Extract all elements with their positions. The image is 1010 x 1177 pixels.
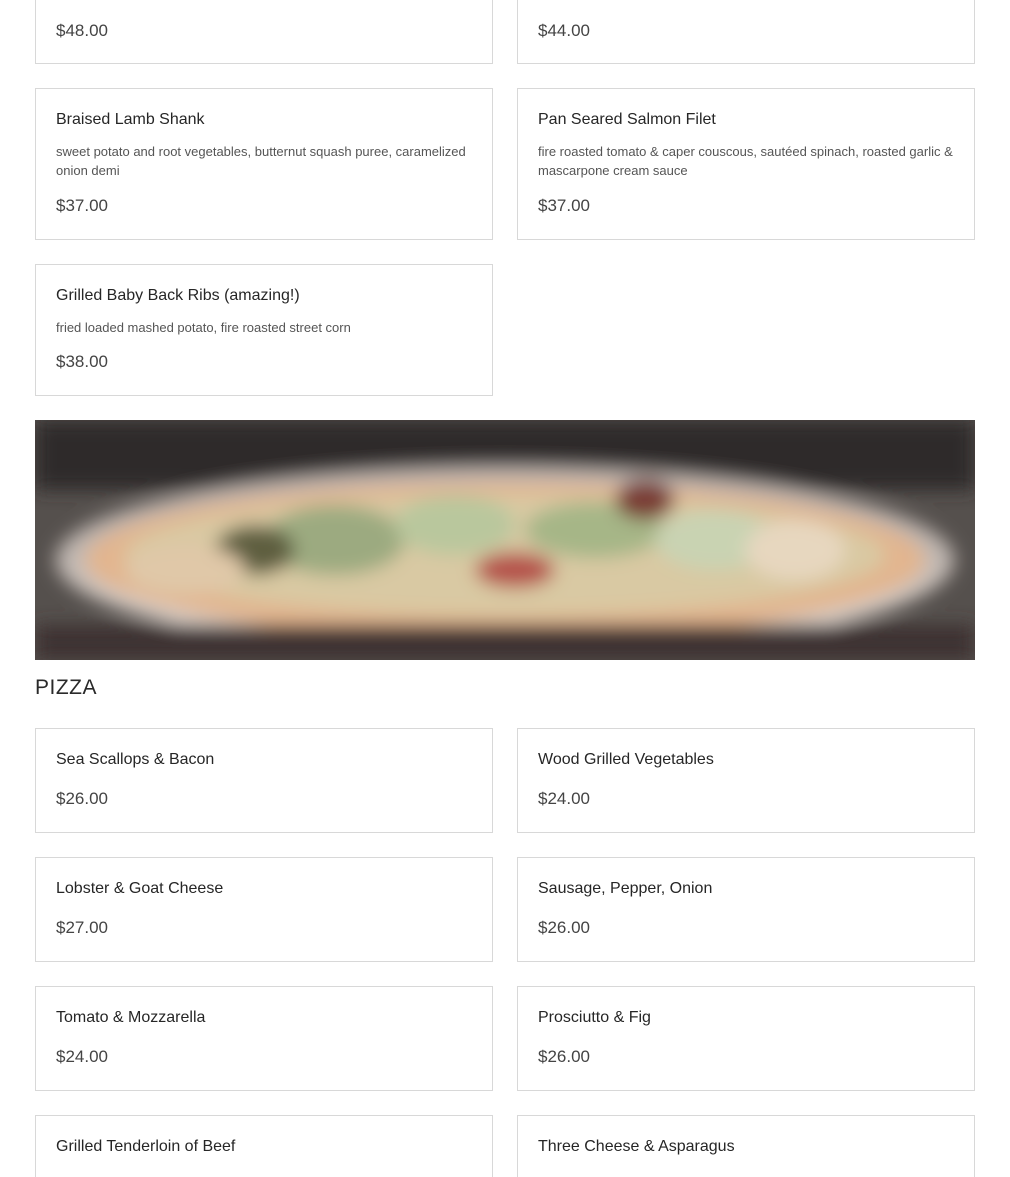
item-name: Pan Seared Salmon Filet (538, 111, 716, 128)
item-name: Grilled Tenderloin of Beef (56, 1138, 236, 1155)
item-name: Sea Scallops & Bacon (56, 751, 215, 768)
item-price: $38.00 (56, 352, 108, 371)
menu-item-card: Tomato & Mozzarella $24.00 (35, 986, 493, 1091)
item-name: Prosciutto & Fig (538, 1009, 651, 1026)
item-name: Wood Grilled Vegetables (538, 751, 714, 768)
section-title-pizza: PIZZA (35, 676, 98, 699)
item-price: $37.00 (56, 196, 108, 215)
item-price: $24.00 (538, 789, 590, 808)
menu-item-card: Braised Lamb Shank sweet potato and root… (35, 88, 493, 240)
item-description: sweet potato and root vegetables, butter… (56, 144, 466, 178)
item-price: $24.00 (56, 1047, 108, 1066)
item-price: $26.00 (538, 1047, 590, 1066)
menu-item-card: Three Cheese & Asparagus (517, 1115, 975, 1177)
menu-item-card: $44.00 (517, 0, 975, 64)
menu-item-card: Grilled Baby Back Ribs (amazing!) fried … (35, 264, 493, 396)
item-price: $44.00 (538, 21, 590, 40)
item-price: $27.00 (56, 918, 108, 937)
item-price: $26.00 (538, 918, 590, 937)
item-price: $48.00 (56, 21, 108, 40)
item-name: Lobster & Goat Cheese (56, 880, 224, 897)
menu-item-card: Pan Seared Salmon Filet fire roasted tom… (517, 88, 975, 240)
item-price: $37.00 (538, 196, 590, 215)
menu-item-card: Grilled Tenderloin of Beef (35, 1115, 493, 1177)
menu-item-card: Lobster & Goat Cheese $27.00 (35, 857, 493, 962)
item-name: Braised Lamb Shank (56, 111, 205, 128)
item-description: fried loaded mashed potato, fire roasted… (56, 320, 351, 335)
pizza-photo-illustration (35, 420, 975, 660)
menu-item-card: Sausage, Pepper, Onion $26.00 (517, 857, 975, 962)
item-name: Sausage, Pepper, Onion (538, 880, 713, 897)
menu-item-card: Sea Scallops & Bacon $26.00 (35, 728, 493, 833)
pizza-hero-image (35, 420, 975, 660)
item-name: Tomato & Mozzarella (56, 1009, 206, 1026)
menu-item-card: Prosciutto & Fig $26.00 (517, 986, 975, 1091)
item-description: fire roasted tomato & caper couscous, sa… (538, 144, 953, 178)
item-name: Three Cheese & Asparagus (538, 1138, 735, 1155)
menu-item-card: Wood Grilled Vegetables $24.00 (517, 728, 975, 833)
menu-item-card: $48.00 (35, 0, 493, 64)
item-name: Grilled Baby Back Ribs (amazing!) (56, 287, 300, 304)
item-price: $26.00 (56, 789, 108, 808)
